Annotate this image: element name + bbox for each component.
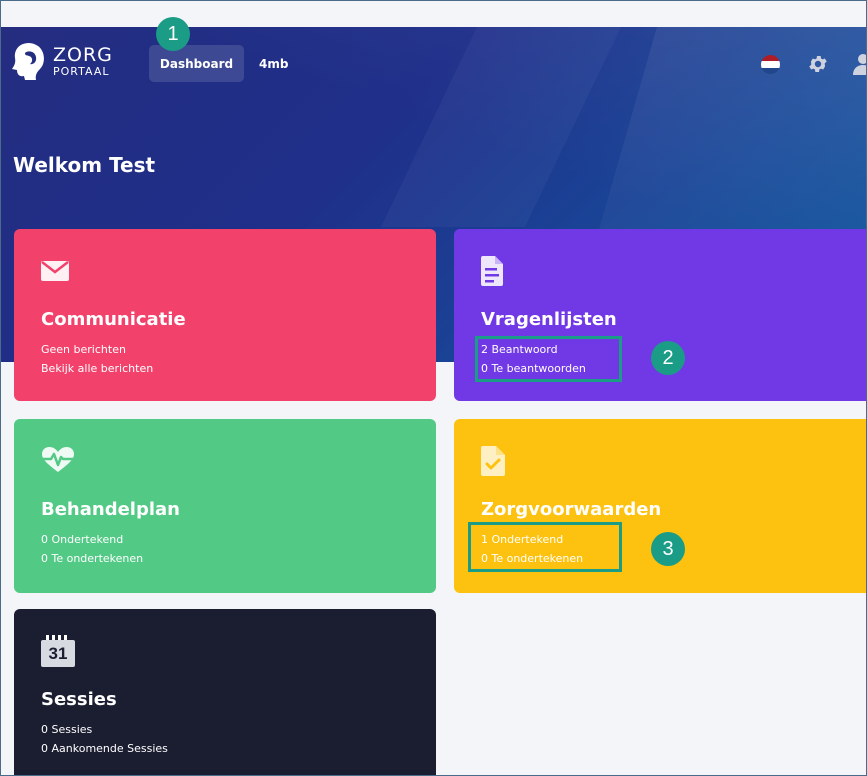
card-stat: 0 Sessies [41,723,93,736]
heartbeat-icon [42,447,74,472]
calendar-icon: 31 [41,635,75,669]
card-title: Communicatie [41,309,186,330]
card-sessies[interactable]: 31 Sessies 0 Sessies 0 Aankomende Sessie… [14,609,436,775]
card-title: Vragenlijsten [481,309,617,330]
zorgportaal-logo[interactable]: ZORG PORTAAL [11,41,113,81]
logo-head-icon [12,43,44,80]
document-icon [481,256,503,286]
user-icon[interactable] [853,53,867,75]
annotation-badge-1: 1 [156,17,190,51]
card-stat: 0 Te ondertekenen [41,552,144,565]
welcome-heading: Welkom Test [13,153,156,177]
annotation-badge-2: 2 [651,341,685,375]
card-title: Zorgvoorwaarden [481,499,662,520]
document-check-icon [481,446,505,476]
card-title: Behandelplan [41,499,180,520]
card-link[interactable]: Bekijk alle berichten [41,362,153,375]
calendar-day: 31 [41,640,75,667]
nav-dashboard[interactable]: Dashboard [149,45,244,82]
nav-4mb[interactable]: 4mb [259,45,288,82]
card-behandelplan[interactable]: Behandelplan 0 Ondertekend 0 Te ondertek… [14,419,436,593]
netherlands-flag-icon[interactable] [761,55,780,74]
logo-title: ZORG [53,43,113,66]
top-navigation-bar: ZORG PORTAAL Dashboard 4mb [1,27,866,99]
annotation-badge-3: 3 [651,532,685,566]
envelope-icon [41,261,69,281]
logo-subtitle: PORTAAL [53,64,110,78]
gear-icon[interactable] [807,53,829,75]
card-title: Sessies [41,689,117,710]
annotation-highlight-3 [468,522,622,572]
dashboard-screen: ZORG PORTAAL Dashboard 4mb Welkom Test C… [0,0,867,776]
card-stat: Geen berichten [41,343,126,356]
annotation-highlight-2 [475,336,622,382]
card-communicatie[interactable]: Communicatie Geen berichten Bekijk alle … [14,229,436,401]
card-stat: 0 Aankomende Sessies [41,742,168,755]
card-stat: 0 Ondertekend [41,533,124,546]
